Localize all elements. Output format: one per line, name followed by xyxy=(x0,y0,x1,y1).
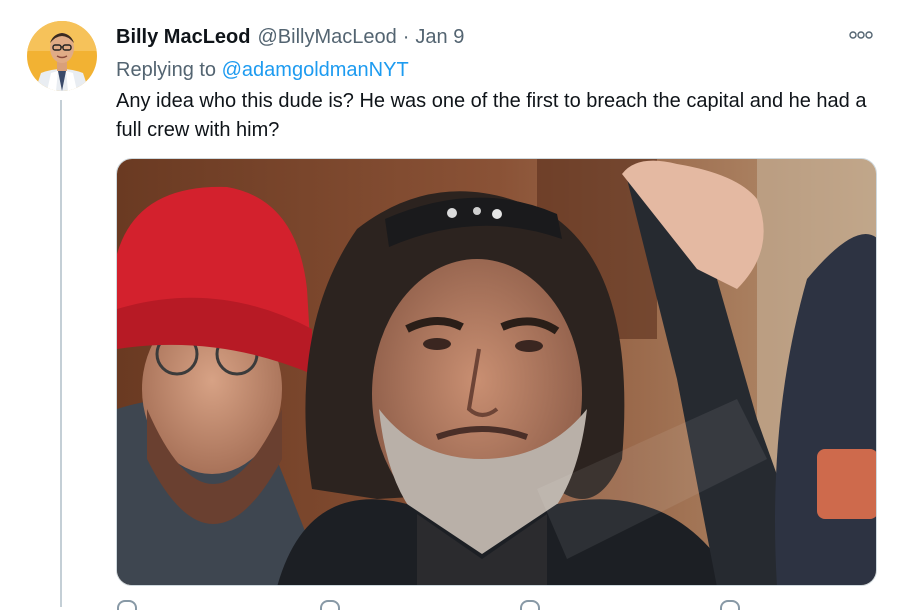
reply-icon[interactable] xyxy=(117,600,137,610)
replying-handle-link[interactable]: @adamgoldmanNYT xyxy=(222,59,409,81)
tweet[interactable]: Billy MacLeod @BillyMacLeod · Jan 9 Repl… xyxy=(0,0,897,610)
tweet-text: Any idea who this dude is? He was one of… xyxy=(116,90,867,141)
replying-to: Replying to @adamgoldmanNYT xyxy=(116,57,409,83)
tweet-header: Billy MacLeod @BillyMacLeod · Jan 9 xyxy=(116,24,464,50)
more-options-button[interactable] xyxy=(846,24,876,46)
thread-line xyxy=(60,100,62,607)
share-icon[interactable] xyxy=(720,600,740,610)
tweet-photo[interactable] xyxy=(116,158,877,586)
separator-dot: · xyxy=(402,26,410,48)
more-horizontal-icon xyxy=(849,31,873,39)
replying-prefix: Replying to xyxy=(116,59,217,81)
avatar[interactable] xyxy=(27,21,97,91)
retweet-icon[interactable] xyxy=(320,600,340,610)
tweet-date[interactable]: Jan 9 xyxy=(415,24,464,50)
user-handle[interactable]: @BillyMacLeod xyxy=(257,24,396,50)
display-name[interactable]: Billy MacLeod xyxy=(116,24,250,50)
like-icon[interactable] xyxy=(520,600,540,610)
